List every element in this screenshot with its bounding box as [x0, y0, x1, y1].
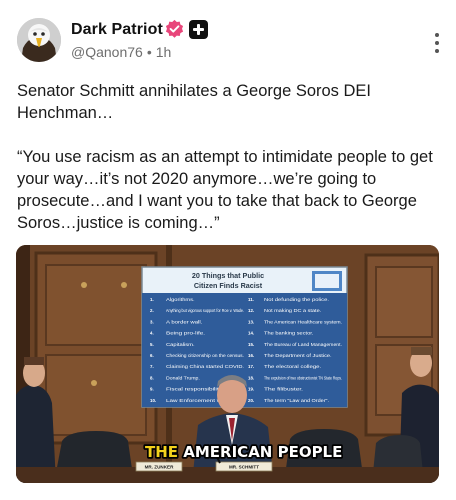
- sign-item: The electoral college.: [264, 364, 321, 369]
- sign-item: The expulsion of two obstructionist TN S…: [264, 375, 342, 380]
- author-display-name[interactable]: Dark Patriot: [71, 21, 163, 39]
- sign-item-number: 12.: [248, 308, 254, 313]
- sign-item: Claiming China started COVID.: [166, 364, 244, 369]
- plus-badge-icon: [189, 20, 208, 39]
- sign-item-number: 16.: [248, 353, 254, 358]
- sign-item: The Department of Justice.: [264, 353, 332, 358]
- sign-item-number: 2.: [150, 308, 154, 313]
- post-header: Dark Patriot @Qanon76 • 1h: [17, 18, 447, 66]
- sign-item: Capitalism.: [166, 342, 195, 347]
- sign-item-number: 4.: [150, 331, 154, 336]
- caption-highlight: THE: [145, 443, 178, 461]
- sign-item-number: 7.: [150, 364, 154, 369]
- author-handle[interactable]: @Qanon76: [71, 44, 143, 60]
- nameplate-right-text: MR. SCHMITT: [229, 465, 259, 470]
- caption-rest: AMERICAN PEOPLE: [178, 443, 342, 461]
- sign-item-number: 9.: [150, 387, 154, 392]
- sign-item-number: 13.: [248, 319, 254, 324]
- sign-item-number: 10.: [150, 398, 156, 403]
- sign-item-number: 20.: [248, 398, 254, 403]
- video-caption: THE AMERICAN PEOPLE: [145, 443, 342, 461]
- post-body: Senator Schmitt annihilates a George Sor…: [17, 80, 442, 256]
- sign-item-number: 1.: [150, 297, 154, 302]
- sign-item: Being pro-life.: [166, 331, 205, 336]
- sign-item-number: 5.: [150, 342, 154, 347]
- post-time[interactable]: 1h: [156, 44, 172, 60]
- nameplate-left-text: MR. ZUNKER: [145, 465, 175, 470]
- sign-item: Algorithms.: [166, 297, 195, 302]
- verified-badge-icon: [165, 19, 184, 38]
- more-options-button[interactable]: [431, 32, 443, 54]
- eagle-avatar-icon: [17, 18, 61, 62]
- sign-item: Not making DC a state.: [264, 308, 321, 313]
- sign-item-number: 8.: [150, 375, 154, 380]
- more-dot-icon: [435, 33, 439, 37]
- sign-item: Anything but vigorous support for Roe v.…: [166, 308, 244, 313]
- sign-item: The Bureau of Land Management.: [264, 342, 342, 347]
- sign-item: Not defunding the police.: [264, 297, 329, 302]
- post-video[interactable]: 20 Things that Public Citizen Finds Raci…: [16, 245, 439, 483]
- sign-item-number: 11.: [248, 297, 254, 302]
- sign-item: The banking sector.: [264, 331, 313, 336]
- sign-item: The term "Law and Order".: [264, 398, 329, 403]
- sign-item: Checking citizenship on the census.: [166, 353, 244, 358]
- sign-item-number: 15.: [248, 342, 254, 347]
- sign-item: A border wall.: [166, 319, 202, 324]
- sign-title-line2: Citizen Finds Racist: [194, 281, 263, 290]
- sign-item: The American Healthcare system.: [264, 319, 342, 324]
- sign-item: Fiscal responsibility.: [166, 387, 223, 392]
- post-text-quote: “You use racism as an attempt to intimid…: [17, 148, 433, 232]
- sign-item-number: 3.: [150, 319, 154, 324]
- more-dot-icon: [435, 49, 439, 53]
- sign-item-number: 14.: [248, 331, 254, 336]
- author-avatar[interactable]: [17, 18, 61, 62]
- post-meta: @Qanon76 • 1h: [71, 44, 171, 60]
- sign-item-number: 17.: [248, 364, 254, 369]
- more-dot-icon: [435, 41, 439, 45]
- sign-item: Donald Trump.: [166, 375, 200, 380]
- sign-item-number: 6.: [150, 353, 154, 358]
- hearing-video-frame: 20 Things that Public Citizen Finds Raci…: [16, 245, 439, 483]
- sign-item: The filibuster.: [264, 387, 303, 392]
- sign-item-number: 19.: [248, 387, 254, 392]
- post-text-paragraph: Senator Schmitt annihilates a George Sor…: [17, 82, 372, 122]
- sign-title-line1: 20 Things that Public: [192, 271, 264, 280]
- meta-separator: •: [146, 44, 152, 60]
- sign-item-number: 18.: [248, 375, 254, 380]
